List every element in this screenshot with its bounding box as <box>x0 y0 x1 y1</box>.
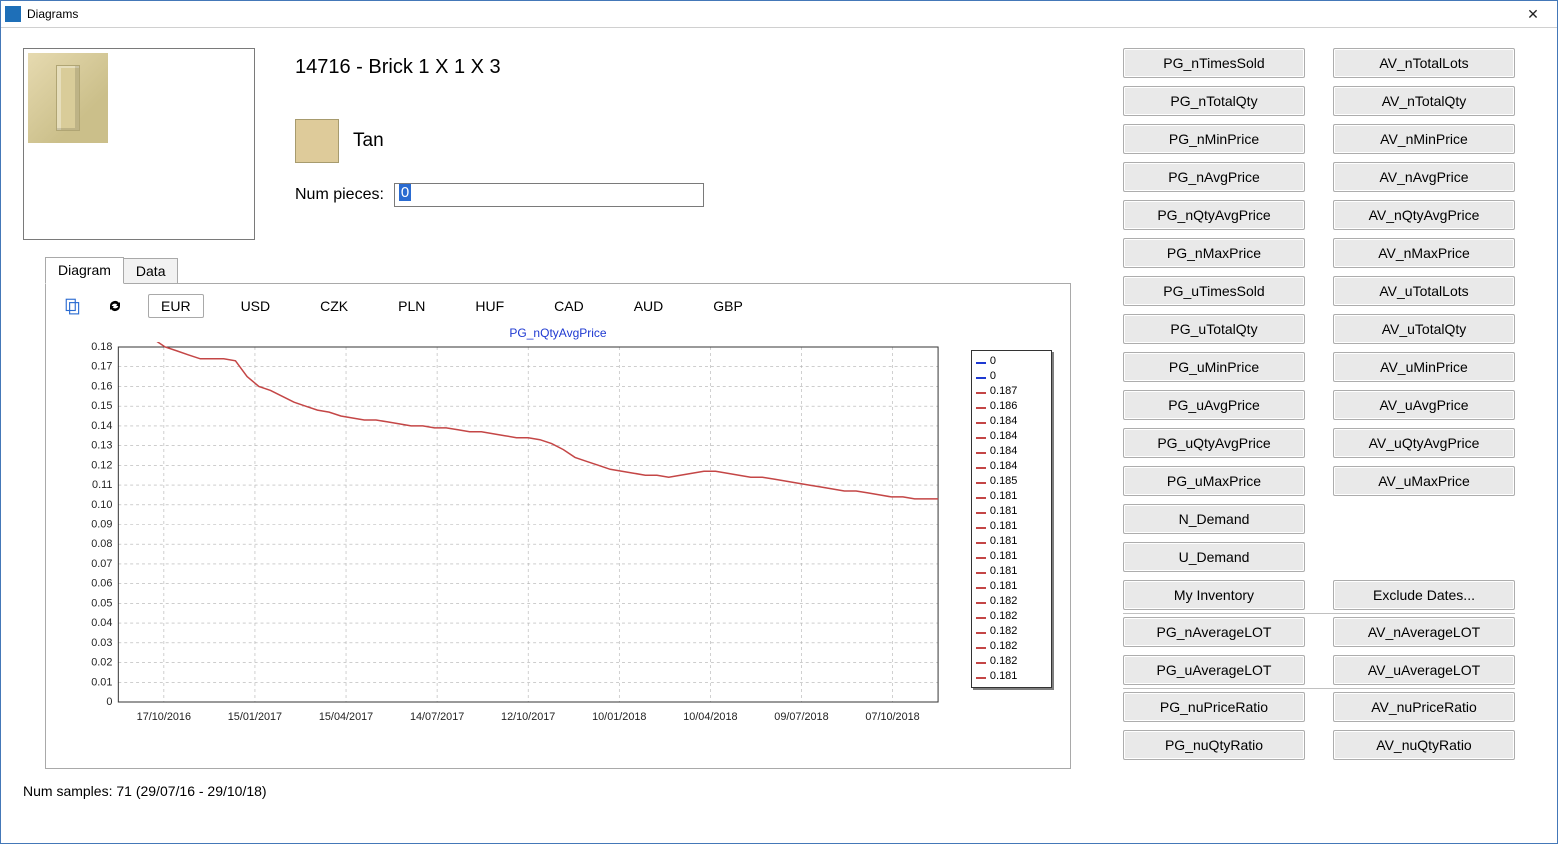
close-button[interactable]: ✕ <box>1513 2 1553 26</box>
svg-text:0.07: 0.07 <box>91 558 112 570</box>
svg-text:0.01: 0.01 <box>91 676 112 688</box>
svg-text:0.15: 0.15 <box>91 400 112 412</box>
metric-button[interactable]: PG_nuPriceRatio <box>1123 692 1305 722</box>
currency-eur[interactable]: EUR <box>148 294 204 318</box>
metric-button[interactable]: PG_nMinPrice <box>1123 124 1305 154</box>
item-title: 14716 - Brick 1 X 1 X 3 <box>295 56 1093 79</box>
metric-button[interactable]: AV_uTotalLots <box>1333 276 1515 306</box>
tab-panel-diagram: EUR USD CZK PLN HUF CAD AUD GBP PG_nQtyAvgPrice… <box>45 283 1071 769</box>
svg-text:0.02: 0.02 <box>91 656 112 668</box>
tab-diagram[interactable]: Diagram <box>45 257 124 284</box>
svg-text:0.08: 0.08 <box>91 538 112 550</box>
status-text: Num samples: 71 (29/07/16 - 29/10/18) <box>1 773 1557 819</box>
tabs-row: Diagram Data <box>45 256 1071 283</box>
metric-button[interactable]: PG_nuQtyRatio <box>1123 730 1305 760</box>
metric-button[interactable]: N_Demand <box>1123 504 1305 534</box>
chart-title: PG_nQtyAvgPrice <box>64 326 1052 340</box>
metric-buttons-panel: PG_nTimesSold AV_nTotalLots PG_nTotalQty AV… <box>1123 48 1535 769</box>
metric-button[interactable]: PG_uTotalQty <box>1123 314 1305 344</box>
svg-text:10/01/2018: 10/01/2018 <box>592 711 646 723</box>
svg-text:0.13: 0.13 <box>91 440 112 452</box>
svg-text:17/10/2016: 17/10/2016 <box>137 711 191 723</box>
metric-button[interactable]: AV_uMinPrice <box>1333 352 1515 382</box>
metric-button[interactable]: PG_uAvgPrice <box>1123 390 1305 420</box>
metric-button[interactable]: PG_uMinPrice <box>1123 352 1305 382</box>
metric-button[interactable]: PG_nQtyAvgPrice <box>1123 200 1305 230</box>
brick-icon <box>56 65 80 131</box>
color-name: Tan <box>353 130 384 152</box>
metric-button[interactable]: PG_nTotalQty <box>1123 86 1305 116</box>
currency-aud[interactable]: AUD <box>621 294 677 318</box>
metric-button[interactable]: PG_uMaxPrice <box>1123 466 1305 496</box>
svg-text:10/04/2018: 10/04/2018 <box>683 711 737 723</box>
metric-button[interactable]: AV_uTotalQty <box>1333 314 1515 344</box>
metric-button[interactable]: AV_uQtyAvgPrice <box>1333 428 1515 458</box>
metric-button[interactable]: PG_uTimesSold <box>1123 276 1305 306</box>
metric-button[interactable]: PG_nAvgPrice <box>1123 162 1305 192</box>
svg-text:15/01/2017: 15/01/2017 <box>228 711 282 723</box>
window-title: Diagrams <box>27 7 78 21</box>
currency-toolbar: EUR USD CZK PLN HUF CAD AUD GBP <box>148 294 756 318</box>
currency-huf[interactable]: HUF <box>462 294 517 318</box>
svg-text:0.09: 0.09 <box>91 518 112 530</box>
refresh-icon[interactable] <box>106 297 124 315</box>
svg-text:0: 0 <box>106 696 112 708</box>
metric-button[interactable]: Exclude Dates... <box>1333 580 1515 610</box>
legend: 000.1870.1860.1840.1840.1840.1840.1850.1… <box>971 350 1052 688</box>
color-swatch <box>295 119 339 163</box>
svg-text:14/07/2017: 14/07/2017 <box>410 711 464 723</box>
metric-button[interactable]: AV_nuPriceRatio <box>1333 692 1515 722</box>
svg-text:12/10/2017: 12/10/2017 <box>501 711 555 723</box>
metric-button[interactable]: PG_nAverageLOT <box>1123 617 1305 647</box>
metric-button[interactable]: PG_nMaxPrice <box>1123 238 1305 268</box>
metric-button[interactable]: U_Demand <box>1123 542 1305 572</box>
metric-button[interactable]: AV_nTotalLots <box>1333 48 1515 78</box>
metric-button[interactable]: AV_uAverageLOT <box>1333 655 1515 685</box>
app-icon <box>5 6 21 22</box>
svg-text:15/04/2017: 15/04/2017 <box>319 711 373 723</box>
svg-text:0.17: 0.17 <box>91 361 112 373</box>
num-pieces-label: Num pieces: <box>295 186 384 204</box>
svg-text:0.04: 0.04 <box>91 617 112 629</box>
tab-data[interactable]: Data <box>123 258 179 284</box>
currency-cad[interactable]: CAD <box>541 294 597 318</box>
svg-text:0.14: 0.14 <box>91 420 112 432</box>
currency-pln[interactable]: PLN <box>385 294 438 318</box>
svg-text:0.06: 0.06 <box>91 578 112 590</box>
metric-button[interactable]: PG_uQtyAvgPrice <box>1123 428 1305 458</box>
chart: 0 0.01 0.02 0.03 0.04 0.05 0.06 0.07 0.08 0.09 0.1… <box>64 342 953 742</box>
app-window: Diagrams ✕ 14716 - Brick 1 X 1 X 3 Tan <box>0 0 1558 844</box>
titlebar: Diagrams ✕ <box>1 1 1557 28</box>
currency-czk[interactable]: CZK <box>307 294 361 318</box>
svg-text:0.11: 0.11 <box>92 479 112 491</box>
svg-text:0.05: 0.05 <box>91 597 112 609</box>
metric-button[interactable]: PG_nTimesSold <box>1123 48 1305 78</box>
metric-button[interactable]: AV_nQtyAvgPrice <box>1333 200 1515 230</box>
currency-usd[interactable]: USD <box>228 294 284 318</box>
metric-button[interactable]: AV_nTotalQty <box>1333 86 1515 116</box>
metric-button[interactable]: AV_nMaxPrice <box>1333 238 1515 268</box>
metric-button[interactable]: My Inventory <box>1123 580 1305 610</box>
client-area: 14716 - Brick 1 X 1 X 3 Tan Num pieces: … <box>1 28 1557 843</box>
metric-button[interactable]: AV_uAvgPrice <box>1333 390 1515 420</box>
svg-text:07/10/2018: 07/10/2018 <box>865 711 919 723</box>
metric-button[interactable]: AV_nuQtyRatio <box>1333 730 1515 760</box>
currency-gbp[interactable]: GBP <box>700 294 756 318</box>
metric-button[interactable]: AV_nAvgPrice <box>1333 162 1515 192</box>
svg-text:0.16: 0.16 <box>91 380 112 392</box>
metric-button[interactable]: AV_nMinPrice <box>1333 124 1515 154</box>
num-pieces-input[interactable]: 0 <box>394 183 704 207</box>
metric-button[interactable]: AV_uMaxPrice <box>1333 466 1515 496</box>
svg-text:0.18: 0.18 <box>91 342 112 353</box>
svg-text:0.03: 0.03 <box>91 637 112 649</box>
metric-button[interactable]: PG_uAverageLOT <box>1123 655 1305 685</box>
item-thumbnail <box>23 48 255 240</box>
metric-button[interactable]: AV_nAverageLOT <box>1333 617 1515 647</box>
svg-text:09/07/2018: 09/07/2018 <box>774 711 828 723</box>
svg-text:0.12: 0.12 <box>91 459 112 471</box>
copy-icon[interactable] <box>64 297 82 315</box>
svg-text:0.10: 0.10 <box>91 499 112 511</box>
